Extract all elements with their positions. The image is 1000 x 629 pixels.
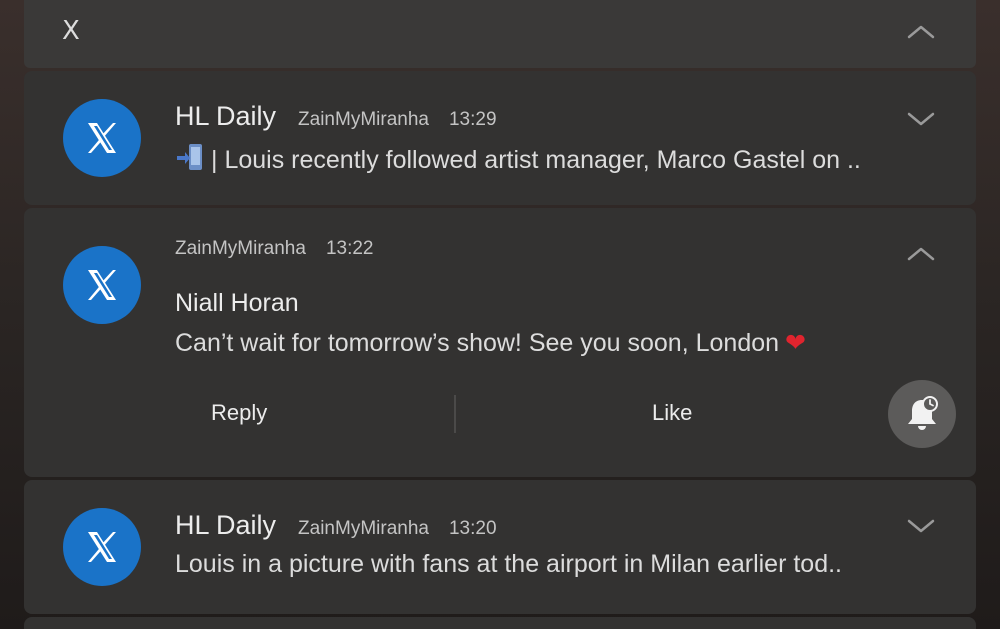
expand-chevron-down-icon[interactable]	[906, 516, 936, 536]
red-heart-emoji-icon: ❤	[785, 329, 806, 357]
notification-account: ZainMyMiranha	[298, 518, 429, 539]
notification-card-2-expanded[interactable]: ZainMyMiranha 13:22 Niall Horan Can’t wa…	[24, 208, 976, 477]
action-divider	[454, 395, 456, 433]
notification-body-text: | Louis recently followed artist manager…	[211, 146, 861, 174]
notification-app-title: HL Daily	[175, 101, 277, 131]
notification-title-line: HL Daily ZainMyMiranha 13:29	[175, 101, 517, 132]
notification-account: ZainMyMiranha	[298, 109, 429, 130]
notification-group-header[interactable]: X	[24, 0, 976, 68]
notification-body: Can’t wait for tomorrow’s show! See you …	[175, 328, 806, 358]
x-app-avatar-icon	[63, 246, 141, 324]
x-app-avatar-icon	[63, 99, 141, 177]
x-app-avatar-icon	[63, 508, 141, 586]
bell-snooze-icon	[908, 396, 938, 430]
phone-arrow-emoji-icon	[175, 142, 205, 179]
expand-chevron-down-icon[interactable]	[906, 109, 936, 129]
notification-body: | Louis recently followed artist manager…	[175, 142, 861, 179]
collapse-chevron-up-icon[interactable]	[906, 244, 936, 264]
notification-meta-line: ZainMyMiranha 13:22	[175, 238, 393, 260]
collapse-group-chevron-up-icon[interactable]	[906, 22, 936, 42]
reply-button[interactable]: Reply	[211, 400, 267, 426]
notification-card-1[interactable]: HL Daily ZainMyMiranha 13:29 | Louis rec…	[24, 71, 976, 205]
notification-title-line: HL Daily ZainMyMiranha 13:20	[175, 510, 517, 541]
app-name-x: X	[62, 16, 80, 46]
notification-account: ZainMyMiranha	[175, 238, 306, 259]
notification-body-text: Can’t wait for tomorrow’s show! See you …	[175, 329, 780, 357]
snooze-bell-button[interactable]	[888, 380, 956, 448]
like-button[interactable]: Like	[652, 400, 692, 426]
notification-app-title: HL Daily	[175, 510, 277, 540]
notification-sender: Niall Horan	[175, 289, 299, 317]
notification-body-text: Louis in a picture with fans at the airp…	[175, 550, 843, 578]
notification-card-3[interactable]: HL Daily ZainMyMiranha 13:20 Louis in a …	[24, 480, 976, 614]
notification-time: 13:29	[448, 109, 497, 130]
next-notification-card-edge	[24, 617, 976, 629]
notification-time: 13:20	[448, 518, 497, 539]
notification-time: 13:22	[325, 238, 374, 259]
